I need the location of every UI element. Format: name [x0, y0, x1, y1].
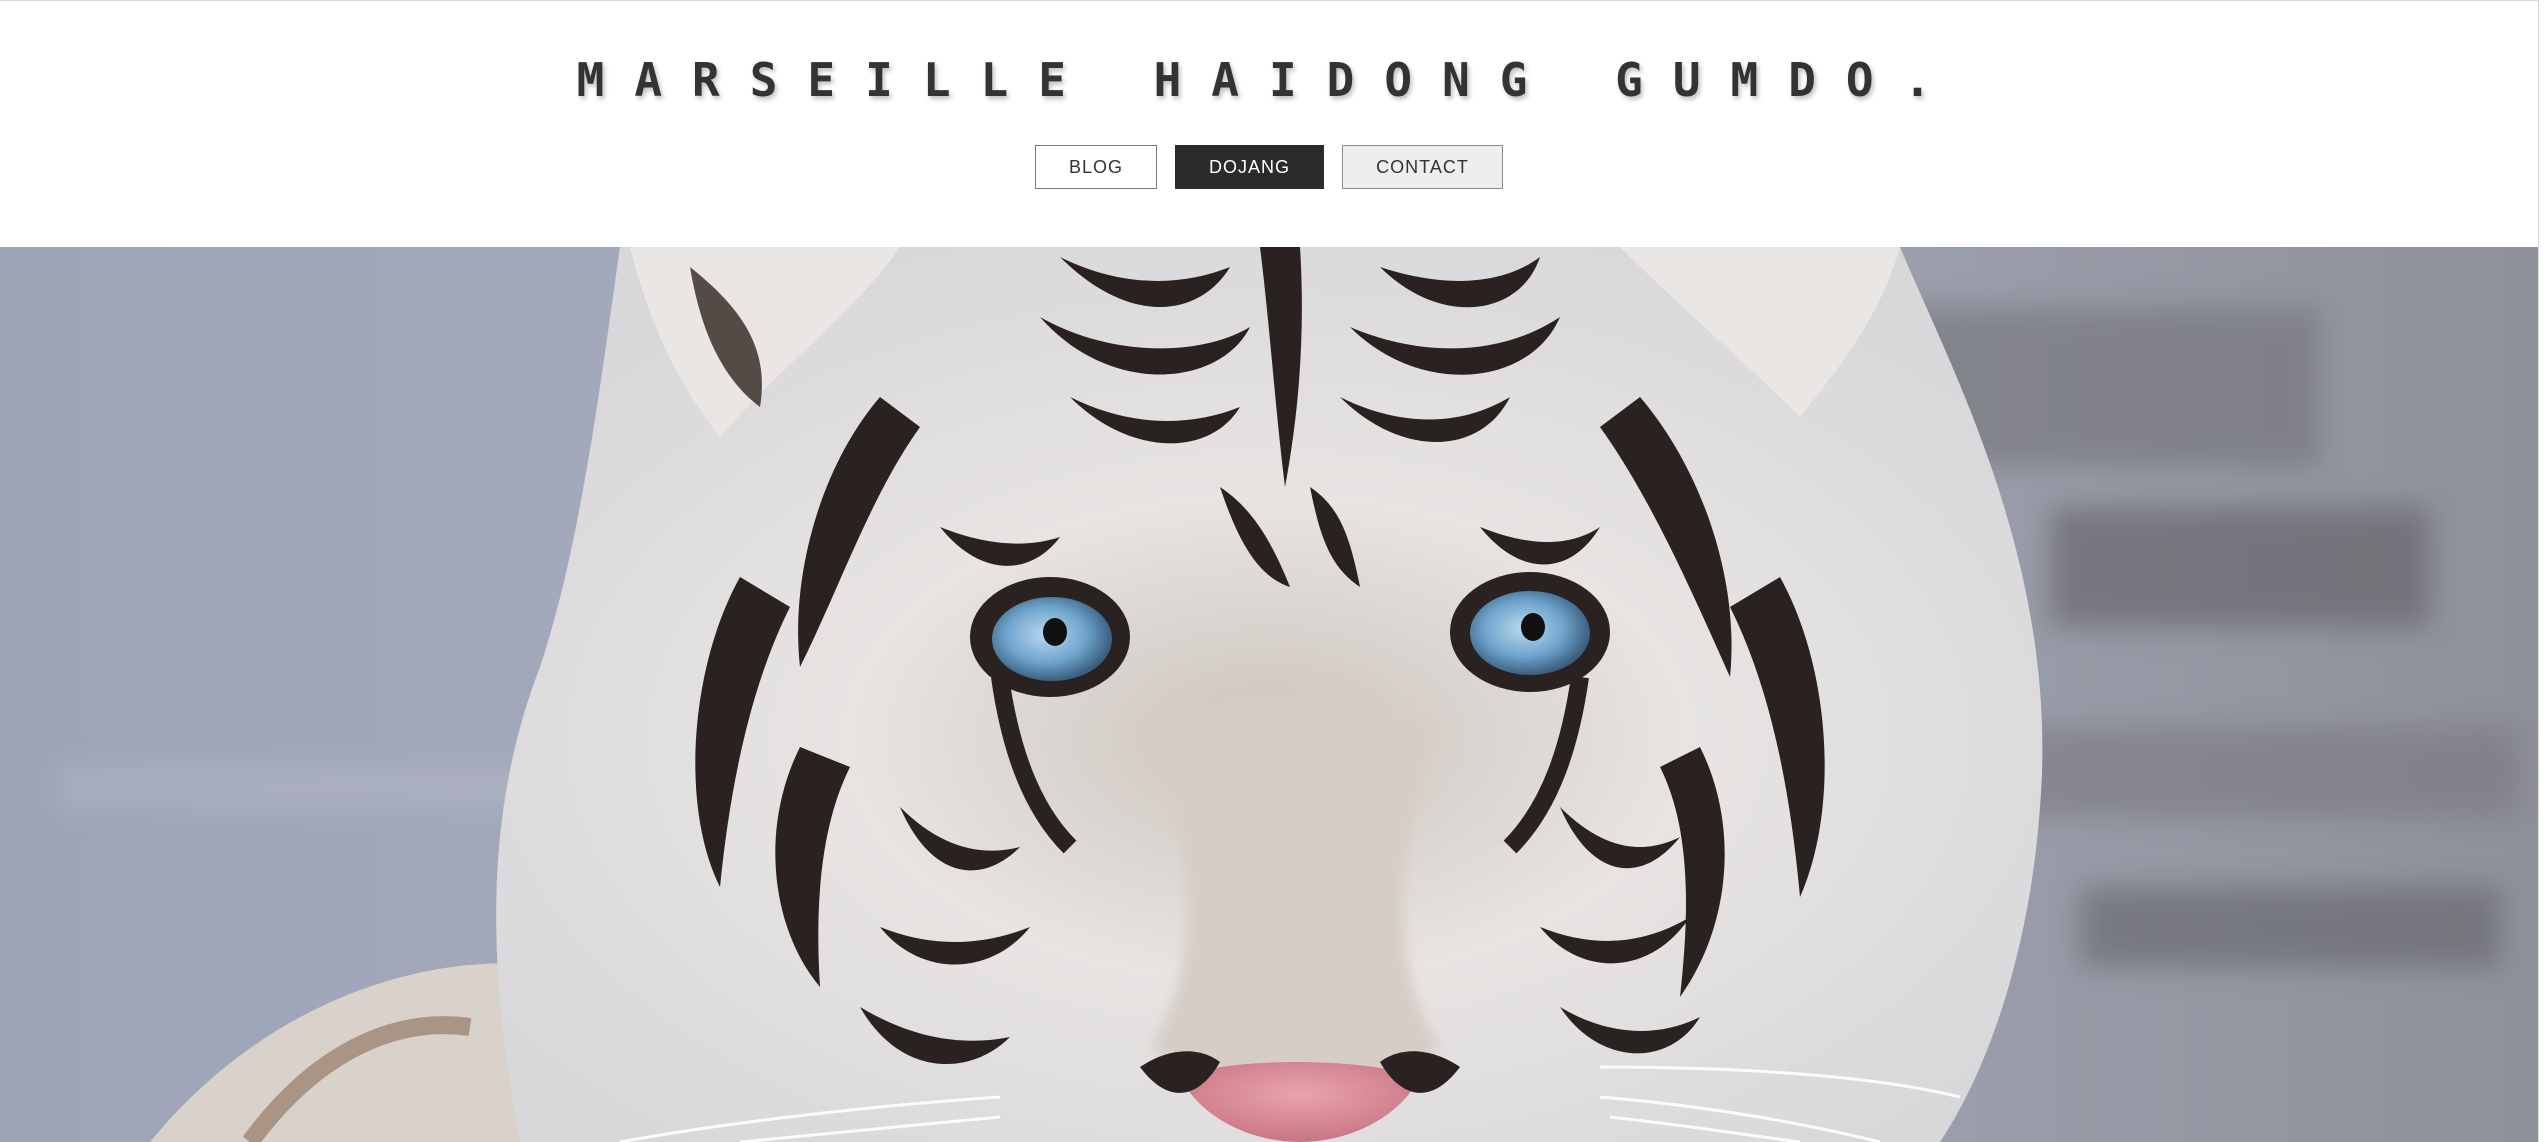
- nav-contact-button[interactable]: CONTACT: [1342, 145, 1503, 189]
- site-header: MARSEILLE HAIDONG GUMDO. BLOG DOJANG CON…: [0, 0, 2538, 247]
- main-nav: BLOG DOJANG CONTACT: [0, 145, 2538, 189]
- white-tiger-image: [0, 247, 2538, 1142]
- hero-image: [0, 247, 2538, 1142]
- nav-blog-button[interactable]: BLOG: [1035, 145, 1157, 189]
- top-border: [0, 0, 2544, 1]
- page: MARSEILLE HAIDONG GUMDO. BLOG DOJANG CON…: [0, 0, 2544, 1142]
- nav-dojang-button[interactable]: DOJANG: [1175, 145, 1324, 189]
- site-title[interactable]: MARSEILLE HAIDONG GUMDO.: [0, 50, 2538, 110]
- scrollbar[interactable]: [2538, 0, 2544, 1142]
